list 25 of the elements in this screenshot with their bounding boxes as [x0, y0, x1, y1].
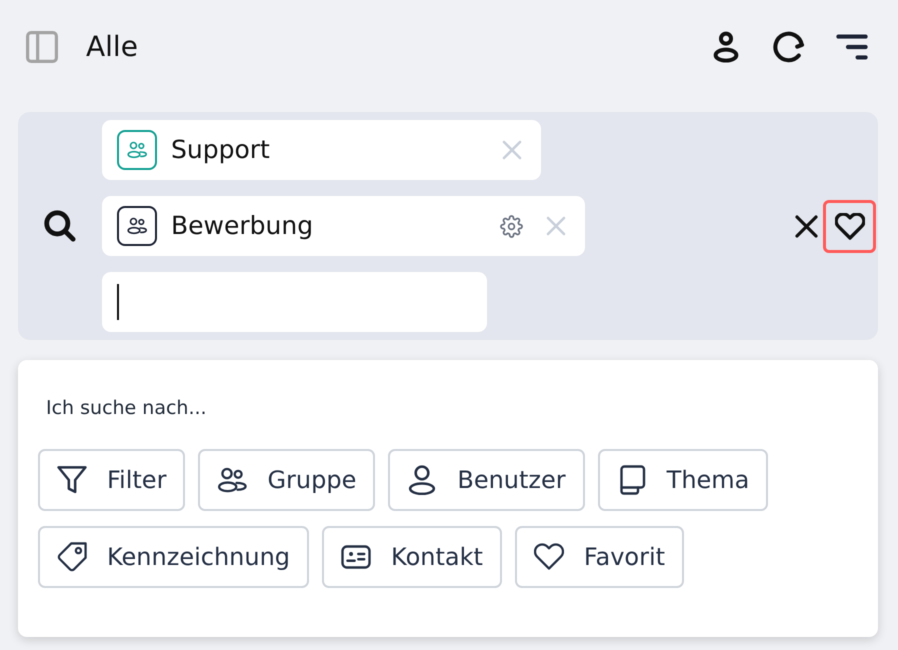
- favorite-button[interactable]: [823, 200, 876, 252]
- clear-search-button[interactable]: [795, 214, 818, 238]
- person-icon: [407, 465, 438, 495]
- option-button[interactable]: Benutzer: [388, 449, 585, 511]
- option-button[interactable]: Thema: [598, 449, 768, 511]
- suggestions-heading: Ich suche nach...: [46, 396, 207, 420]
- option-button[interactable]: Favorit: [514, 526, 684, 588]
- option-button[interactable]: Kennzeichnung: [38, 526, 310, 588]
- search-icon: [44, 210, 76, 242]
- option-button[interactable]: Gruppe: [198, 449, 376, 511]
- heart-icon: [534, 542, 564, 572]
- heart-icon: [834, 212, 864, 240]
- text-cursor-icon: [117, 284, 119, 320]
- chip-label: Bewerbung: [171, 211, 314, 241]
- funnel-icon: [57, 465, 87, 495]
- option-button[interactable]: Kontakt: [322, 526, 502, 588]
- close-icon: [795, 214, 818, 238]
- view-title: Alle: [86, 30, 138, 64]
- chip-label: Support: [171, 135, 270, 165]
- tag-icon: [57, 542, 87, 572]
- people-icon: [217, 465, 248, 495]
- refresh-icon[interactable]: [773, 31, 805, 63]
- search-input-field[interactable]: [102, 272, 487, 332]
- settings-icon[interactable]: [500, 214, 523, 238]
- option-button[interactable]: Filter: [38, 449, 186, 511]
